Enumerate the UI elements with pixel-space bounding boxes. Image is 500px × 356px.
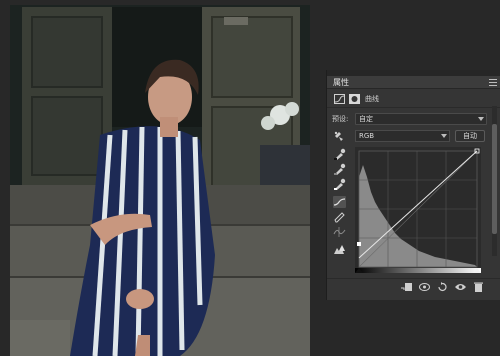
photo-illustration	[10, 5, 310, 356]
curve-tools-column	[331, 146, 349, 256]
clipping-warning-icon[interactable]	[333, 243, 346, 255]
adjustment-label: 曲线	[365, 95, 379, 103]
preset-value: 自定	[359, 115, 373, 123]
document-photo[interactable]	[10, 5, 310, 356]
channel-value: RGB	[359, 132, 375, 140]
reset-icon[interactable]	[437, 282, 448, 292]
view-previous-state-icon[interactable]	[419, 282, 430, 292]
clip-to-layer-icon[interactable]	[401, 282, 412, 292]
panel-bottom-bar	[327, 278, 500, 294]
panel-header: 属性	[327, 76, 500, 89]
scrollbar-thumb[interactable]	[492, 124, 497, 234]
panel-title[interactable]: 属性	[333, 77, 349, 88]
auto-button[interactable]: 自动	[455, 130, 485, 142]
channel-dropdown[interactable]: RGB	[355, 130, 450, 142]
chevron-down-icon	[478, 117, 484, 121]
channel-row: RGB 自动	[327, 129, 500, 143]
curves-graph[interactable]	[355, 147, 481, 273]
white-point-eyedropper-icon[interactable]	[333, 178, 346, 190]
input-gradient-bar	[355, 268, 481, 273]
visibility-eye-icon[interactable]	[455, 282, 466, 292]
curves-adjustment-icon[interactable]	[334, 94, 345, 104]
preset-label: 预设:	[332, 115, 349, 123]
pencil-icon[interactable]	[333, 211, 346, 223]
chevron-down-icon	[441, 134, 447, 138]
on-image-adjust-icon[interactable]	[333, 130, 345, 142]
curve-black-point[interactable]	[357, 242, 361, 246]
adjustment-type-row: 曲线	[327, 90, 500, 108]
hamburger-menu-icon[interactable]	[489, 79, 497, 86]
preset-row: 预设: 自定	[327, 112, 500, 126]
panel-scrollbar[interactable]	[492, 106, 497, 256]
gray-point-eyedropper-icon[interactable]	[333, 163, 346, 175]
curve-point-icon[interactable]	[333, 196, 346, 208]
properties-panel: 属性 曲线 预设: 自定 RGB 自动	[326, 70, 500, 300]
trash-icon[interactable]	[473, 282, 484, 292]
layer-mask-icon[interactable]	[349, 94, 360, 104]
preset-dropdown[interactable]: 自定	[355, 113, 487, 125]
smooth-icon[interactable]	[333, 226, 346, 238]
black-point-eyedropper-icon[interactable]	[333, 148, 346, 160]
